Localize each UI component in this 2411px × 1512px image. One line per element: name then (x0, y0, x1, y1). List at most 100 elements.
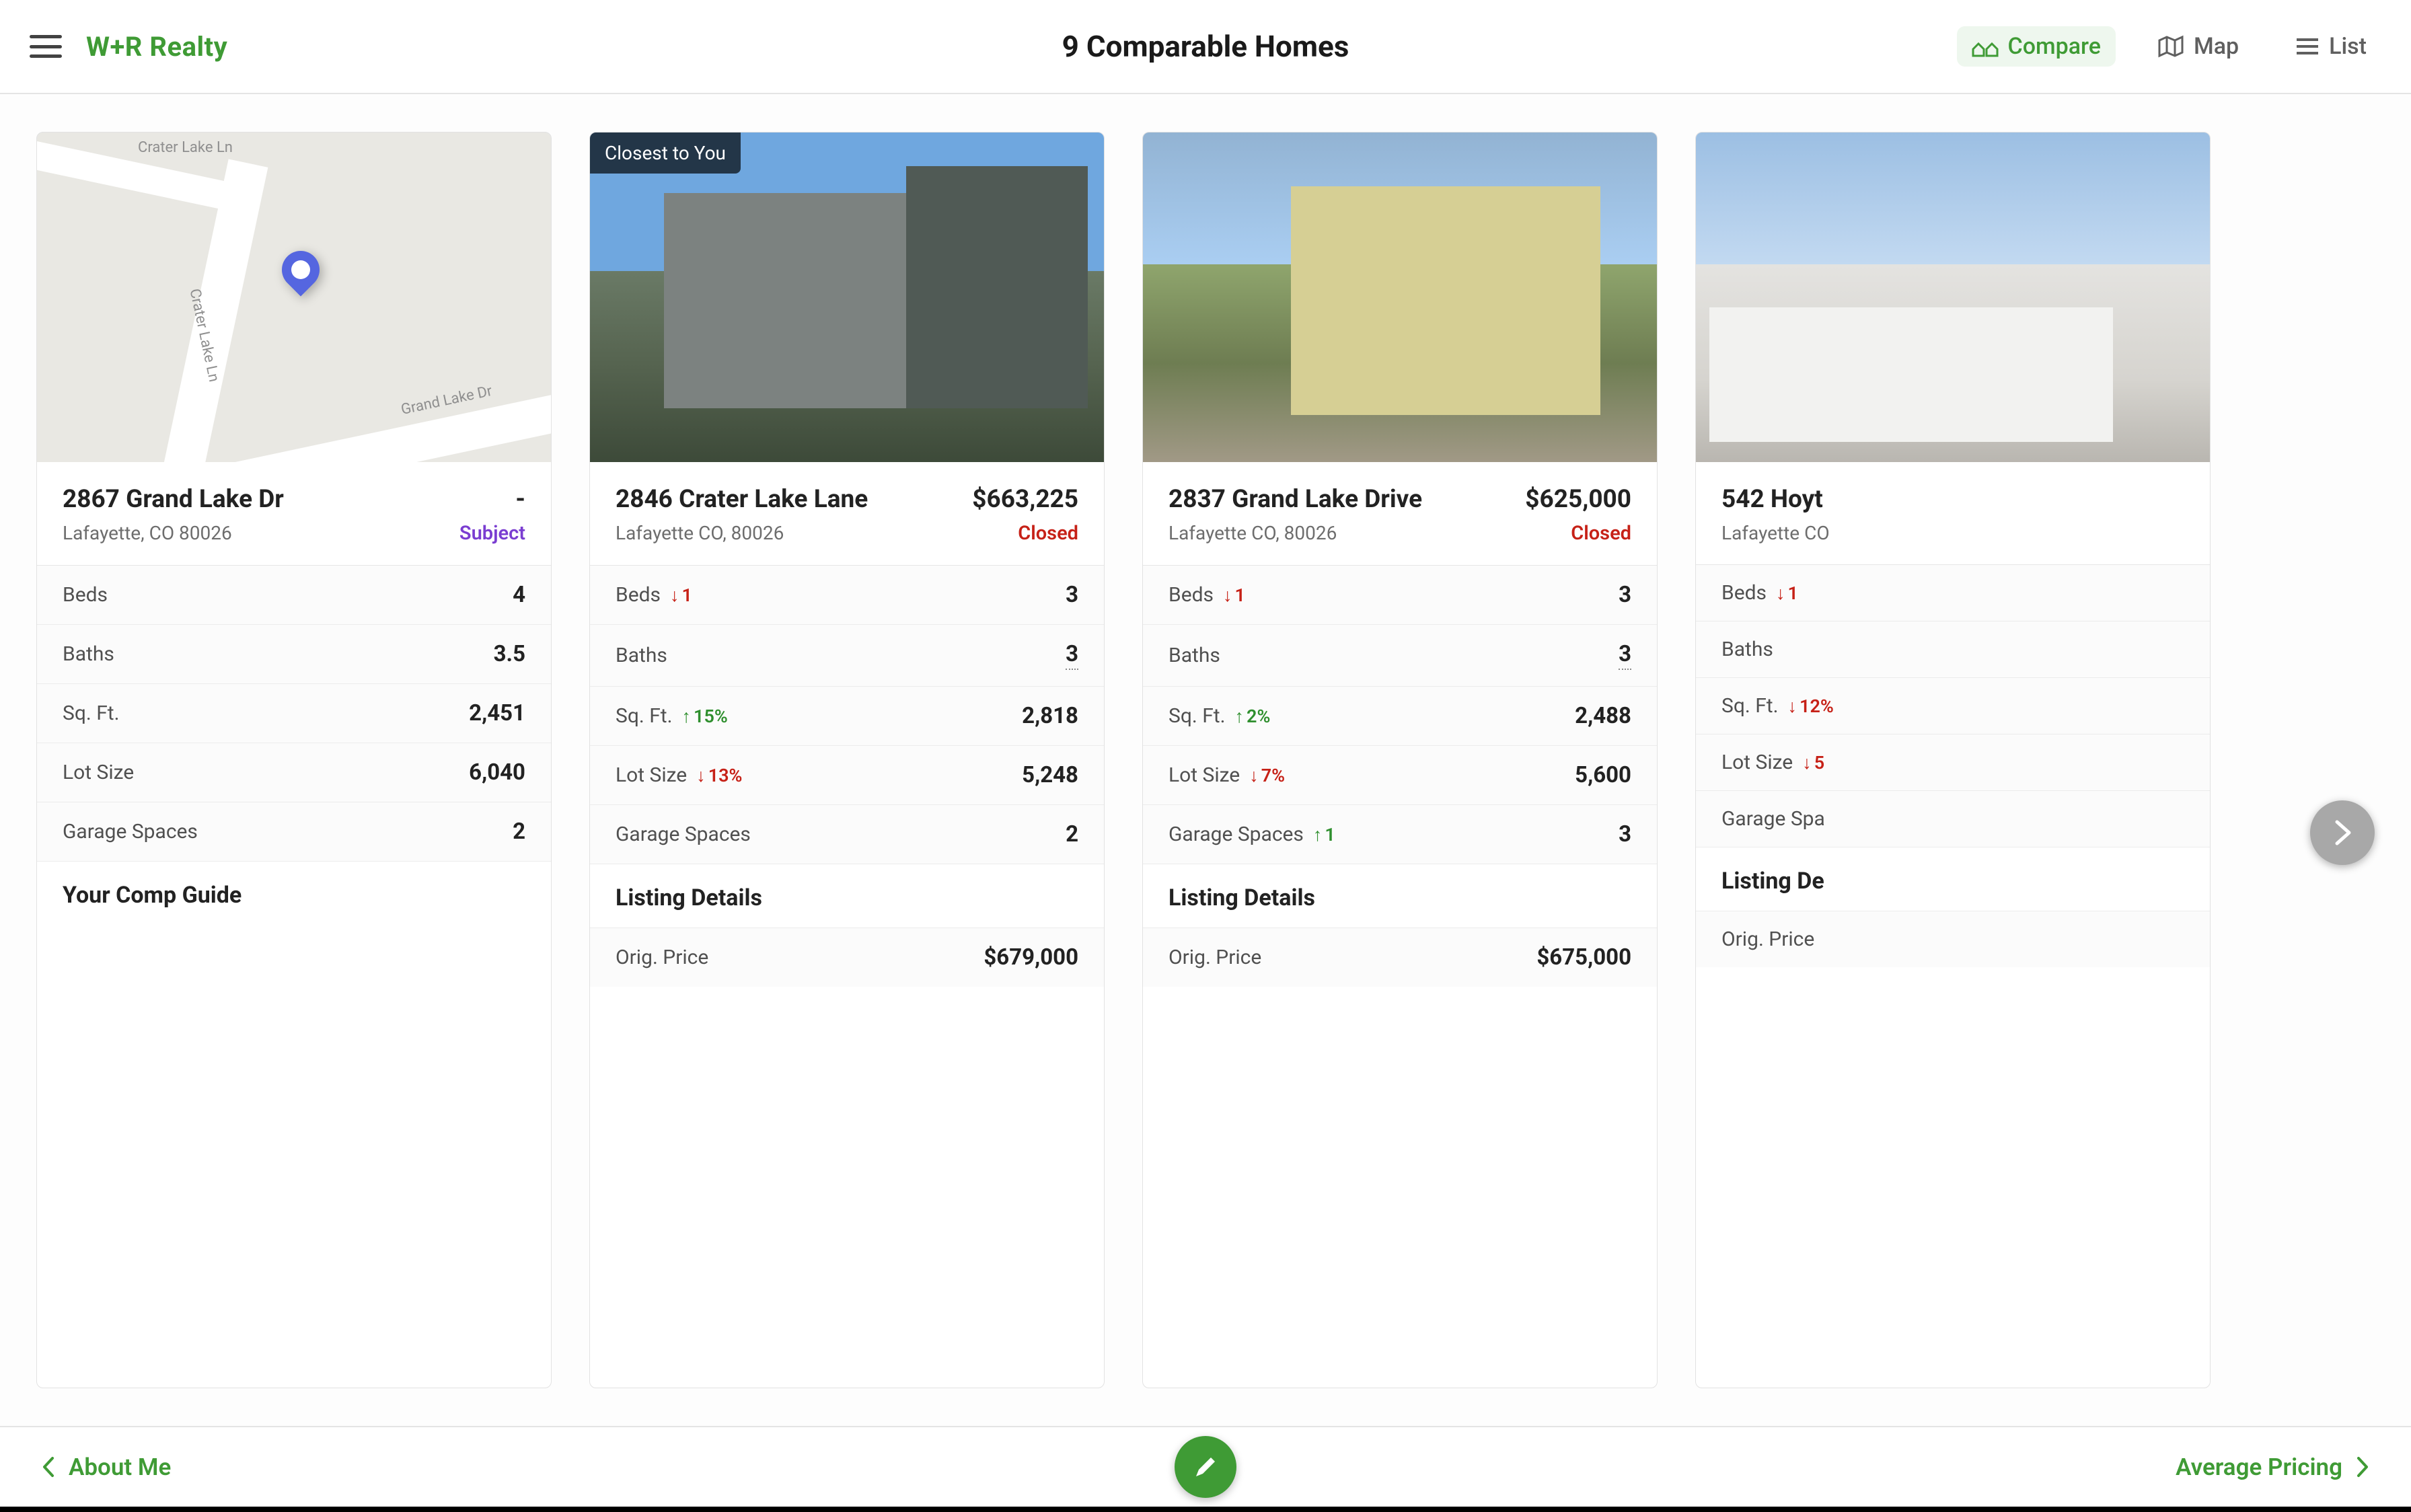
map-road-label: Crater Lake Ln (138, 139, 233, 156)
spec-value: 2,451 (469, 700, 525, 726)
pencil-icon (1192, 1453, 1219, 1480)
list-icon (2295, 37, 2320, 56)
spec-label-text: Baths (63, 642, 114, 666)
address-subtitle: Lafayette, CO 80026 (63, 522, 284, 544)
status-badge: Closed (972, 522, 1078, 545)
subject-card[interactable]: Crater Lake Ln Crater Lake Ln Grand Lake… (36, 132, 552, 1388)
spec-value: 2,488 (1575, 703, 1631, 729)
spec-label-text: Beds (1169, 583, 1214, 607)
spec-label-text: Sq. Ft. (616, 704, 673, 728)
spec-label-text: Sq. Ft. (1721, 694, 1779, 718)
delta-up-icon: ↑ 1 (1313, 824, 1335, 845)
detail-orig-price: Orig. Price $675,000 (1143, 928, 1657, 987)
spec-label-text: Lot Size (63, 761, 134, 784)
price-value: $663,225 (972, 485, 1078, 514)
spec-beds: Beds ↓ 1 3 (1143, 566, 1657, 625)
listing-photo (1696, 133, 2210, 462)
price-value: - (459, 485, 525, 514)
closest-badge: Closest to You (590, 133, 741, 174)
spec-value: 5,600 (1575, 762, 1631, 788)
card-header: 2837 Grand Lake Drive Lafayette CO, 8002… (1143, 462, 1657, 566)
spec-baths: Baths 3 (590, 625, 1104, 687)
chevron-right-icon (2354, 1456, 2371, 1478)
subject-map-image: Crater Lake Ln Crater Lake Ln Grand Lake… (37, 133, 551, 462)
delta-down-icon: ↓ 13% (696, 765, 742, 786)
footer-next-label: Average Pricing (2176, 1453, 2342, 1481)
spec-label-text: Garage Spaces (1169, 823, 1304, 846)
spec-beds: Beds ↓ 1 (1696, 565, 2210, 621)
delta-down-icon: ↓ 12% (1788, 695, 1834, 717)
address-subtitle: Lafayette CO (1721, 522, 1830, 544)
delta-down-icon: ↓ 1 (1776, 582, 1798, 604)
listing-photo: Closest to You (590, 133, 1104, 462)
spec-value: 4 (513, 582, 525, 608)
section-title: Listing De (1696, 847, 2210, 911)
page-title: 9 Comparable Homes (1062, 29, 1349, 64)
scroll-right-button[interactable] (2310, 800, 2375, 865)
comp-card[interactable]: 2837 Grand Lake Drive Lafayette CO, 8002… (1142, 132, 1658, 1388)
view-compare-label: Compare (2008, 33, 2101, 60)
map-pin-icon (274, 243, 327, 296)
section-title: Listing Details (1143, 864, 1657, 928)
spec-beds: Beds 4 (37, 566, 551, 625)
spec-label-text: Orig. Price (1721, 928, 1814, 951)
footer-prev-link[interactable]: About Me (40, 1453, 171, 1481)
hamburger-menu-icon[interactable] (30, 35, 62, 58)
spec-value: 2 (513, 819, 525, 845)
detail-orig-price: Orig. Price (1696, 911, 2210, 967)
delta-down-icon: ↓ 7% (1249, 765, 1285, 786)
chevron-left-icon (40, 1456, 57, 1478)
spec-label-text: Garage Spaces (616, 823, 751, 846)
section-title: Listing Details (590, 864, 1104, 928)
spec-baths: Baths 3.5 (37, 625, 551, 684)
comp-card[interactable]: Closest to You 2846 Crater Lake Lane Laf… (589, 132, 1105, 1388)
view-switcher: Compare Map List (1957, 26, 2382, 67)
spec-label-text: Orig. Price (616, 946, 708, 969)
spec-lot: Lot Size ↓ 7% 5,600 (1143, 746, 1657, 805)
spec-label-text: Baths (616, 644, 667, 667)
spec-beds: Beds ↓ 1 3 (590, 566, 1104, 625)
spec-sqft: Sq. Ft. 2,451 (37, 684, 551, 743)
spec-value: 2,818 (1022, 703, 1078, 729)
chevron-right-icon (2330, 818, 2354, 847)
spec-label-text: Sq. Ft. (63, 702, 120, 725)
spec-garage: Garage Spaces ↑ 1 3 (1143, 805, 1657, 864)
spec-value: 5,248 (1022, 762, 1078, 788)
comparable-card-row[interactable]: Crater Lake Ln Crater Lake Ln Grand Lake… (0, 94, 2411, 1426)
address-title: 542 Hoyt (1721, 485, 1830, 514)
spec-baths: Baths 3 (1143, 625, 1657, 687)
spec-label-text: Beds (616, 583, 661, 607)
spec-label-text: Sq. Ft. (1169, 704, 1226, 728)
view-list-button[interactable]: List (2280, 26, 2381, 67)
header-left: W+R Realty (30, 31, 227, 63)
view-compare-button[interactable]: Compare (1957, 26, 2116, 67)
compare-icon (1972, 36, 1999, 57)
spec-label-text: Orig. Price (1169, 946, 1261, 969)
spec-garage: Garage Spaces 2 (37, 802, 551, 862)
edit-fab-button[interactable] (1175, 1436, 1236, 1498)
map-icon (2157, 35, 2184, 58)
detail-orig-price: Orig. Price $679,000 (590, 928, 1104, 987)
spec-value: 3 (1619, 582, 1631, 608)
spec-value: 3 (1066, 582, 1078, 608)
delta-down-icon: ↓ 1 (1223, 584, 1245, 606)
spec-label-text: Lot Size (616, 763, 687, 787)
spec-value: $679,000 (984, 944, 1078, 971)
spec-label-text: Beds (1721, 581, 1767, 605)
comp-card[interactable]: 542 Hoyt Lafayette CO Beds ↓ 1 Baths Sq.… (1695, 132, 2211, 1388)
card-header: 2867 Grand Lake Dr Lafayette, CO 80026 -… (37, 462, 551, 566)
footer-prev-label: About Me (69, 1453, 171, 1481)
footer-next-link[interactable]: Average Pricing (2176, 1453, 2371, 1481)
spec-value: 2 (1066, 821, 1078, 847)
delta-down-icon: ↓ 1 (670, 584, 692, 606)
address-subtitle: Lafayette CO, 80026 (616, 522, 868, 544)
spec-baths: Baths (1696, 621, 2210, 678)
address-title: 2846 Crater Lake Lane (616, 485, 868, 514)
spec-garage: Garage Spa (1696, 791, 2210, 847)
view-map-button[interactable]: Map (2143, 26, 2254, 67)
view-list-label: List (2329, 33, 2367, 60)
brand-logo[interactable]: W+R Realty (86, 31, 227, 63)
listing-photo (1143, 133, 1657, 462)
card-header: 2846 Crater Lake Lane Lafayette CO, 8002… (590, 462, 1104, 566)
spec-value: 3 (1619, 821, 1631, 847)
